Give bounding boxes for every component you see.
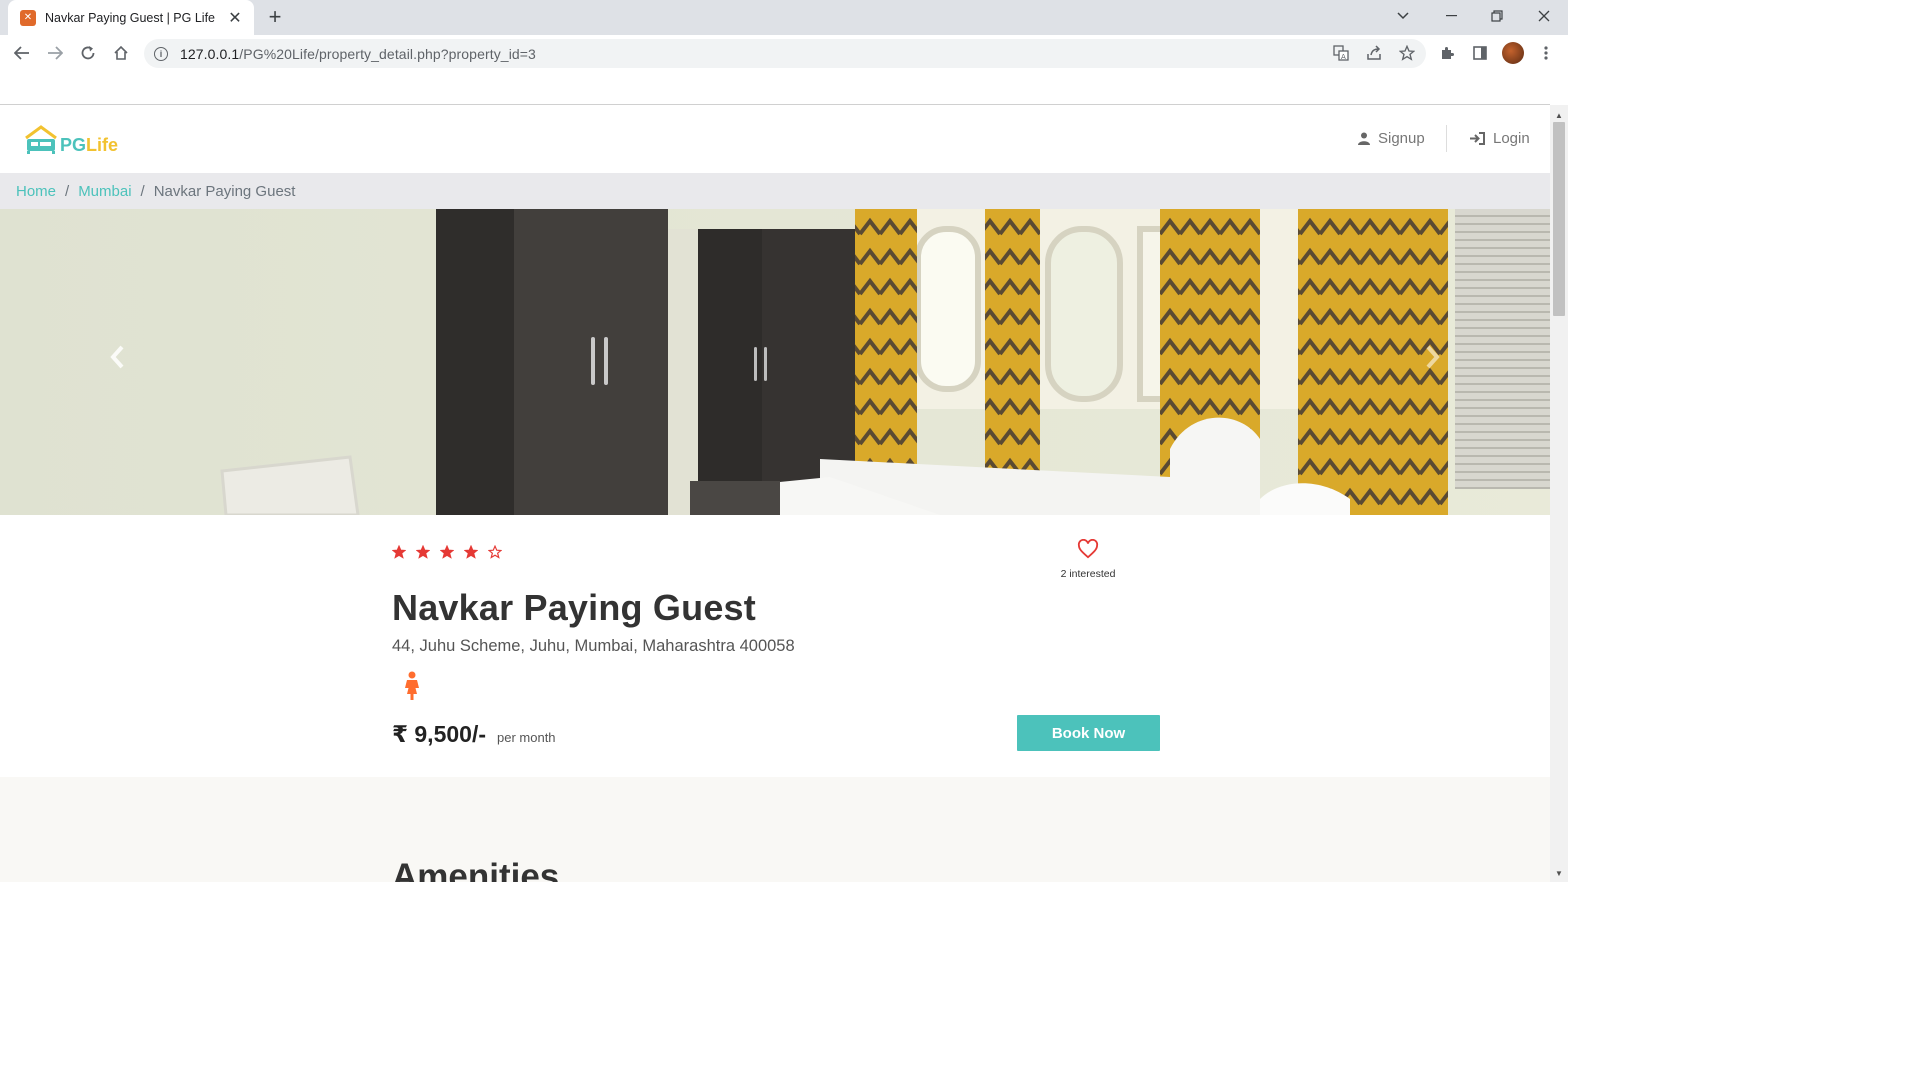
star-empty-icon — [488, 545, 502, 559]
carousel-next-icon[interactable] — [1424, 344, 1442, 377]
minimize-icon[interactable] — [1428, 0, 1474, 32]
rent-unit: per month — [497, 730, 556, 745]
interested-widget: 2 interested — [1048, 538, 1128, 580]
rent-amount: ₹ 9,500/- — [392, 721, 486, 747]
site-info-icon[interactable]: i — [154, 46, 168, 61]
page-scrollbar[interactable]: ▲ ▼ — [1550, 105, 1568, 882]
browser-tab-bar: ✕ Navkar Paying Guest | PG Life ✕ + — [0, 0, 1568, 35]
user-icon — [1358, 132, 1370, 145]
back-arrow-icon[interactable] — [9, 41, 35, 65]
heart-icon[interactable] — [1077, 538, 1099, 559]
interested-count: 2 interested — [1060, 568, 1116, 580]
star-filled-icon — [464, 545, 478, 559]
property-detail-section: 2 interested Navkar Paying Guest 44, Juh… — [0, 515, 1550, 777]
url-text: 127.0.0.1/PG%20Life/property_detail.php?… — [180, 46, 536, 62]
page-viewport: PGLife Signup Login Home / Mumbai / Navk… — [0, 105, 1550, 882]
login-label: Login — [1493, 130, 1530, 147]
navbar-divider — [1446, 125, 1447, 152]
bookmark-star-icon[interactable] — [1397, 43, 1417, 63]
logo-life: Life — [86, 135, 119, 155]
home-icon[interactable] — [108, 41, 134, 65]
extensions-puzzle-icon[interactable] — [1437, 43, 1457, 63]
amenities-heading: Amenities — [392, 857, 560, 882]
xampp-favicon-icon: ✕ — [20, 9, 36, 26]
property-image-carousel — [0, 209, 1550, 515]
close-window-icon[interactable] — [1521, 0, 1567, 32]
side-panel-icon[interactable] — [1470, 43, 1490, 63]
property-name: Navkar Paying Guest — [392, 587, 756, 628]
logo-pg: PG — [60, 135, 87, 155]
reload-icon[interactable] — [75, 41, 101, 65]
share-icon[interactable] — [1364, 43, 1384, 63]
star-filled-icon — [392, 545, 406, 559]
room-photo — [0, 209, 1550, 515]
carousel-prev-icon[interactable] — [108, 344, 126, 377]
address-bar[interactable]: i 127.0.0.1/PG%20Life/property_detail.ph… — [144, 39, 1426, 68]
profile-avatar[interactable] — [1502, 42, 1524, 64]
url-host: 127.0.0.1 — [180, 45, 240, 62]
scroll-down-icon[interactable]: ▼ — [1555, 869, 1563, 878]
forward-arrow-icon[interactable] — [42, 41, 68, 65]
tab-title: Navkar Paying Guest | PG Life — [45, 10, 215, 25]
breadcrumb: Home / Mumbai / Navkar Paying Guest — [0, 173, 1550, 209]
star-filled-icon — [416, 545, 430, 559]
scroll-up-icon[interactable]: ▲ — [1555, 111, 1563, 120]
rent-block: ₹ 9,500/- per month — [392, 721, 556, 748]
new-tab-icon[interactable]: + — [263, 6, 287, 30]
tab-close-icon[interactable]: ✕ — [226, 8, 244, 28]
url-path: /PG%20Life/property_detail.php?property_… — [239, 45, 536, 62]
rating-stars — [392, 545, 512, 559]
breadcrumb-city[interactable]: Mumbai — [78, 183, 131, 200]
star-filled-icon — [440, 545, 454, 559]
breadcrumb-separator: / — [140, 182, 145, 200]
book-now-button[interactable]: Book Now — [1017, 715, 1160, 751]
property-address: 44, Juhu Scheme, Juhu, Mumbai, Maharasht… — [392, 637, 795, 655]
translate-icon[interactable]: A — [1331, 43, 1351, 63]
breadcrumb-separator: / — [65, 182, 70, 200]
browser-tab[interactable]: ✕ Navkar Paying Guest | PG Life ✕ — [8, 0, 254, 35]
restore-icon[interactable] — [1474, 0, 1520, 32]
logo-text: PGLife — [60, 135, 118, 155]
more-menu-icon[interactable] — [1536, 43, 1556, 63]
house-logo-icon — [25, 125, 57, 154]
breadcrumb-home[interactable]: Home — [16, 183, 56, 200]
signup-link[interactable]: Signup — [1358, 130, 1425, 147]
sign-in-icon — [1470, 132, 1485, 145]
amenities-section: Amenities — [0, 777, 1550, 882]
svg-text:A: A — [1341, 53, 1346, 61]
browser-toolbar: i 127.0.0.1/PG%20Life/property_detail.ph… — [0, 35, 1568, 71]
female-icon — [405, 671, 419, 700]
site-navbar: PGLife Signup Login — [0, 105, 1550, 173]
scroll-thumb[interactable] — [1553, 122, 1565, 316]
pglife-logo[interactable]: PGLife — [24, 125, 118, 155]
breadcrumb-current: Navkar Paying Guest — [153, 182, 296, 200]
signup-label: Signup — [1378, 130, 1425, 147]
login-link[interactable]: Login — [1470, 130, 1530, 147]
tab-search-icon[interactable] — [1380, 0, 1426, 32]
